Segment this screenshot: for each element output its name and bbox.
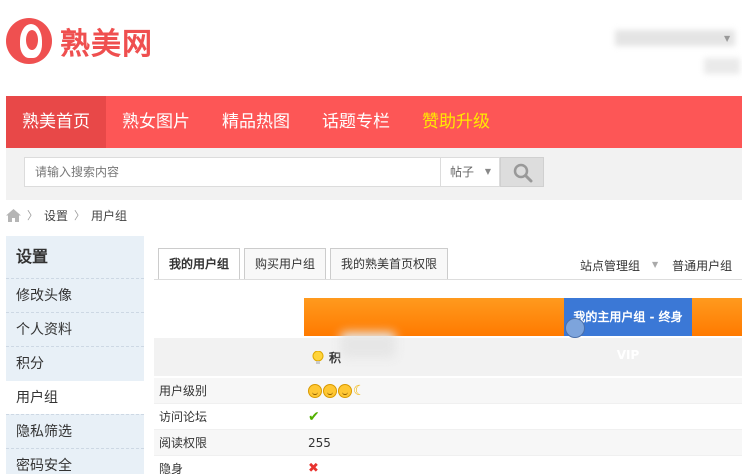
search-type-label: 帖子 (450, 165, 475, 179)
sidebar-item-avatar[interactable]: 修改头像 (6, 278, 144, 312)
access-forum-value: ✔ (308, 409, 320, 425)
chevron-down-icon: ▼ (484, 167, 491, 176)
permission-table: 用户级别 ☾ 访问论坛 ✔ 阅读权限 255 隐身 ✖ (154, 378, 742, 474)
chevron-down-icon[interactable]: ▼ (724, 34, 730, 43)
moon-level-icon: ☾ (353, 382, 366, 399)
sidebar-item-privacy[interactable]: 隐私筛选 (6, 414, 144, 448)
permission-label: 用户级别 (159, 384, 208, 398)
tab-my-permissions[interactable]: 我的熟美首页权限 (330, 248, 449, 280)
search-bar: 帖子 ▼ (6, 148, 742, 200)
table-row: 阅读权限 255 (154, 430, 742, 456)
group-bar: 我的主用户组 - 终身VIP (304, 298, 742, 362)
normal-group-link[interactable]: 普通用户组 (672, 257, 732, 274)
group-header-row (154, 338, 742, 376)
logo-text: 熟美网 (60, 27, 153, 62)
usergroup-tabs: 我的用户组 购买用户组 我的熟美首页权限 (158, 248, 452, 280)
check-icon: ✔ (308, 408, 320, 425)
nav-item-upgrade[interactable]: 赞助升级 (406, 96, 506, 148)
breadcrumb: 〉 设置 〉 用户组 (6, 206, 127, 224)
lightbulb-icon (312, 350, 324, 364)
breadcrumb-usergroup[interactable]: 用户组 (91, 207, 127, 224)
site-logo[interactable]: 熟美网 (6, 18, 153, 64)
sidebar-item-profile[interactable]: 个人资料 (6, 312, 144, 346)
permission-label: 阅读权限 (159, 436, 208, 450)
user-info-blurred[interactable] (615, 30, 735, 46)
main-nav: 熟美首页 熟女图片 精品热图 话题专栏 赞助升级 (6, 96, 742, 148)
read-permission-value: 255 (308, 435, 331, 450)
breadcrumb-settings[interactable]: 设置 (44, 207, 68, 224)
sidebar-item-usergroup[interactable]: 用户组 (6, 380, 144, 414)
permission-label: 隐身 (159, 462, 184, 474)
user-level-value: ☾ (308, 382, 366, 399)
main-content: 我的用户组 购买用户组 我的熟美首页权限 站点管理组 ▼ 普通用户组 我的主用户… (144, 236, 742, 474)
logo-mark-icon (6, 18, 52, 64)
sidebar-title: 设置 (16, 247, 49, 266)
invisible-value: ✖ (308, 461, 319, 474)
group-switch-links: 站点管理组 ▼ 普通用户组 (580, 257, 732, 274)
tabs-divider (154, 279, 742, 280)
user-extra-blurred (704, 58, 740, 74)
nav-item-topics[interactable]: 话题专栏 (306, 96, 406, 148)
nav-item-hot[interactable]: 精品热图 (206, 96, 306, 148)
table-row: 用户级别 ☾ (154, 378, 742, 404)
sidebar-item-credits[interactable]: 积分 (6, 346, 144, 380)
table-row: 访问论坛 ✔ (154, 404, 742, 430)
settings-sidebar: 设置 修改头像 个人资料 积分 用户组 隐私筛选 密码安全 (6, 236, 144, 474)
admin-group-link[interactable]: 站点管理组 (580, 257, 640, 274)
breadcrumb-separator: 〉 (74, 209, 86, 222)
search-button[interactable] (500, 157, 544, 187)
permission-label: 访问论坛 (159, 410, 208, 424)
sun-level-icon (323, 383, 337, 398)
sidebar-item-password[interactable]: 密码安全 (6, 448, 144, 474)
chevron-down-icon[interactable]: ▼ (652, 257, 658, 274)
nav-item-pictures[interactable]: 熟女图片 (106, 96, 206, 148)
table-row: 隐身 ✖ (154, 456, 742, 474)
site-header: 熟美网 ▼ (0, 0, 742, 96)
tab-my-usergroup[interactable]: 我的用户组 (158, 248, 241, 280)
credits-label-row: 积 (312, 349, 341, 366)
search-input[interactable] (24, 157, 440, 187)
tab-buy-usergroup[interactable]: 购买用户组 (244, 248, 327, 280)
group-slider-handle[interactable] (565, 318, 585, 338)
cross-icon: ✖ (308, 461, 319, 474)
breadcrumb-separator: 〉 (27, 209, 38, 222)
sun-level-icon (308, 383, 322, 398)
search-type-select[interactable]: 帖子 ▼ (440, 157, 500, 187)
blurred-region (340, 332, 396, 358)
sun-level-icon (338, 383, 352, 398)
nav-item-home[interactable]: 熟美首页 (6, 96, 106, 148)
search-icon (513, 163, 533, 183)
home-icon[interactable] (6, 208, 21, 222)
